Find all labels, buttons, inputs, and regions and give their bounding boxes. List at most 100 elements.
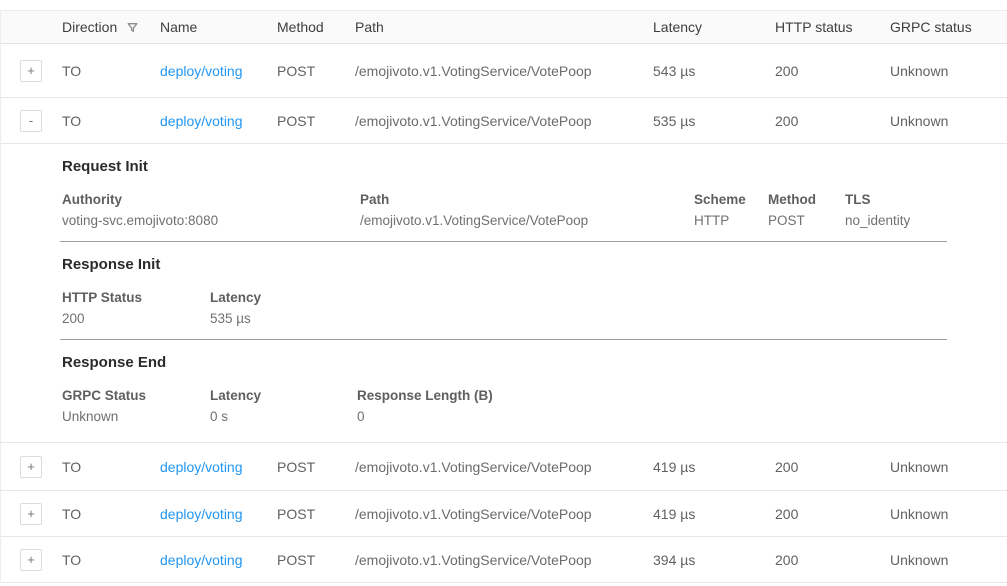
latency-cell: 543 µs <box>653 63 775 79</box>
table-header-row: Direction Name Method Path Latency HTTP … <box>0 10 1007 44</box>
latency-value: 535 µs <box>210 310 947 327</box>
expand-row-button[interactable]: + <box>20 456 42 478</box>
request-detail-panel: Request Init Authority voting-svc.emojiv… <box>0 144 1007 443</box>
column-header-grpc-status: GRPC status <box>890 19 1007 35</box>
authority-field: Authority voting-svc.emojivoto:8080 <box>62 191 360 229</box>
latency-field: Latency 0 s <box>210 387 357 425</box>
top-margin <box>0 0 1007 10</box>
grpc-status-cell: Unknown <box>890 113 1007 129</box>
latency-value: 0 s <box>210 408 357 425</box>
response-length-value: 0 <box>357 408 947 425</box>
latency-label: Latency <box>210 387 357 404</box>
deployment-link[interactable]: deploy/voting <box>160 113 243 129</box>
deployment-link[interactable]: deploy/voting <box>160 459 243 475</box>
http-status-cell: 200 <box>775 506 890 522</box>
tls-field: TLS no_identity <box>845 191 947 229</box>
tls-label: TLS <box>845 191 947 208</box>
grpc-status-label: GRPC Status <box>62 387 210 404</box>
grpc-status-cell: Unknown <box>890 506 1007 522</box>
path-cell: /emojivoto.v1.VotingService/VotePoop <box>355 63 653 79</box>
method-cell: POST <box>277 459 355 475</box>
tls-value: no_identity <box>845 212 947 229</box>
direction-cell: TO <box>62 459 160 475</box>
response-init-section: Response Init HTTP Status 200 Latency 53… <box>60 242 947 340</box>
table-row: + TO deploy/voting POST /emojivoto.v1.Vo… <box>0 44 1007 98</box>
path-label: Path <box>360 191 694 208</box>
latency-cell: 394 µs <box>653 552 775 568</box>
expand-cell: - <box>0 110 62 132</box>
latency-cell: 419 µs <box>653 459 775 475</box>
http-status-cell: 200 <box>775 552 890 568</box>
response-end-title: Response End <box>62 354 947 372</box>
method-label: Method <box>768 191 845 208</box>
tap-requests-table: Direction Name Method Path Latency HTTP … <box>0 0 1007 586</box>
request-init-section: Request Init Authority voting-svc.emojiv… <box>60 144 947 242</box>
column-header-latency: Latency <box>653 19 775 35</box>
scheme-field: Scheme HTTP <box>694 191 768 229</box>
expand-row-button[interactable]: + <box>20 503 42 525</box>
response-length-label: Response Length (B) <box>357 387 947 404</box>
response-end-section: Response End GRPC Status Unknown Latency… <box>60 340 947 443</box>
method-cell: POST <box>277 63 355 79</box>
method-cell: POST <box>277 552 355 568</box>
response-length-field: Response Length (B) 0 <box>357 387 947 425</box>
latency-label: Latency <box>210 289 947 306</box>
path-field: Path /emojivoto.v1.VotingService/VotePoo… <box>360 191 694 229</box>
path-cell: /emojivoto.v1.VotingService/VotePoop <box>355 459 653 475</box>
expand-cell: + <box>0 456 62 478</box>
column-header-path: Path <box>355 19 653 35</box>
method-field: Method POST <box>768 191 845 229</box>
direction-cell: TO <box>62 552 160 568</box>
scheme-label: Scheme <box>694 191 768 208</box>
grpc-status-cell: Unknown <box>890 552 1007 568</box>
table-row: + TO deploy/voting POST /emojivoto.v1.Vo… <box>0 443 1007 491</box>
collapse-row-button[interactable]: - <box>20 110 42 132</box>
column-header-direction-label: Direction <box>62 19 117 35</box>
path-cell: /emojivoto.v1.VotingService/VotePoop <box>355 506 653 522</box>
table-left-border <box>0 10 1 583</box>
latency-cell: 419 µs <box>653 506 775 522</box>
column-header-method: Method <box>277 19 355 35</box>
expand-cell: + <box>0 60 62 82</box>
table-row: + TO deploy/voting POST /emojivoto.v1.Vo… <box>0 537 1007 583</box>
scheme-value: HTTP <box>694 212 768 229</box>
expand-cell: + <box>0 549 62 571</box>
latency-field: Latency 535 µs <box>210 289 947 327</box>
column-header-name: Name <box>160 19 277 35</box>
method-cell: POST <box>277 113 355 129</box>
path-cell: /emojivoto.v1.VotingService/VotePoop <box>355 113 653 129</box>
expand-row-button[interactable]: + <box>20 549 42 571</box>
authority-label: Authority <box>62 191 360 208</box>
table-row-expanded: - TO deploy/voting POST /emojivoto.v1.Vo… <box>0 98 1007 144</box>
request-init-title: Request Init <box>62 158 947 176</box>
http-status-field: HTTP Status 200 <box>62 289 210 327</box>
direction-cell: TO <box>62 506 160 522</box>
http-status-value: 200 <box>62 310 210 327</box>
grpc-status-cell: Unknown <box>890 459 1007 475</box>
path-cell: /emojivoto.v1.VotingService/VotePoop <box>355 552 653 568</box>
expand-row-button[interactable]: + <box>20 60 42 82</box>
http-status-cell: 200 <box>775 113 890 129</box>
http-status-label: HTTP Status <box>62 289 210 306</box>
column-header-direction: Direction <box>62 19 160 35</box>
deployment-link[interactable]: deploy/voting <box>160 506 243 522</box>
filter-funnel-icon[interactable] <box>126 21 139 34</box>
direction-cell: TO <box>62 113 160 129</box>
authority-value: voting-svc.emojivoto:8080 <box>62 212 360 229</box>
method-cell: POST <box>277 506 355 522</box>
grpc-status-field: GRPC Status Unknown <box>62 387 210 425</box>
deployment-link[interactable]: deploy/voting <box>160 63 243 79</box>
latency-cell: 535 µs <box>653 113 775 129</box>
method-value: POST <box>768 212 845 229</box>
direction-cell: TO <box>62 63 160 79</box>
path-value: /emojivoto.v1.VotingService/VotePoop <box>360 212 694 229</box>
response-init-title: Response Init <box>62 256 947 274</box>
expand-cell: + <box>0 503 62 525</box>
http-status-cell: 200 <box>775 459 890 475</box>
grpc-status-value: Unknown <box>62 408 210 425</box>
column-header-http-status: HTTP status <box>775 19 890 35</box>
http-status-cell: 200 <box>775 63 890 79</box>
table-row: + TO deploy/voting POST /emojivoto.v1.Vo… <box>0 491 1007 537</box>
deployment-link[interactable]: deploy/voting <box>160 552 243 568</box>
grpc-status-cell: Unknown <box>890 63 1007 79</box>
